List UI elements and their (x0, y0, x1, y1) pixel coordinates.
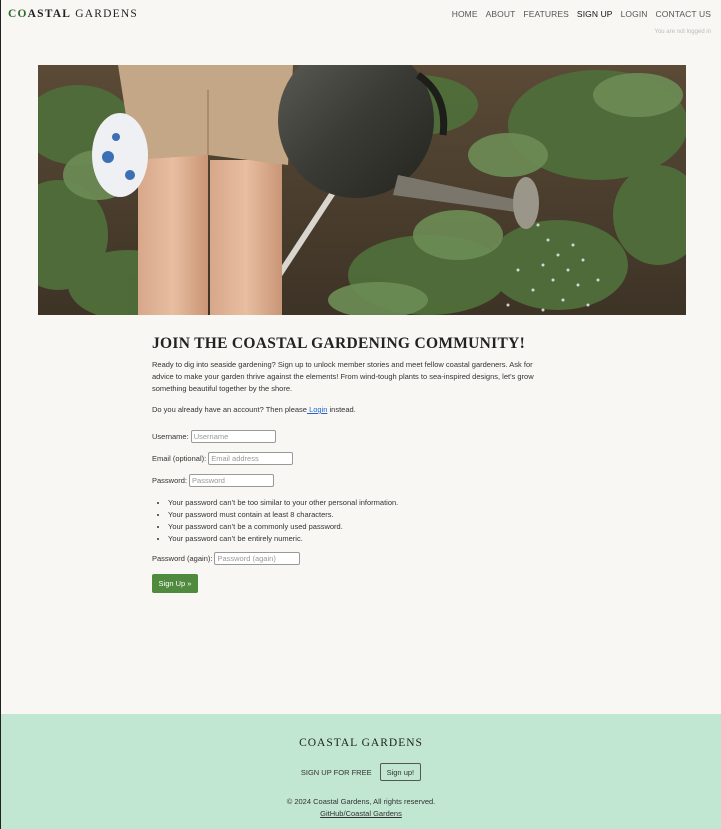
username-row: Username: (152, 430, 276, 443)
login-link[interactable]: Login (307, 405, 327, 414)
password-rules: Your password can’t be too similar to yo… (168, 497, 398, 545)
signup-section: JOIN THE COASTAL GARDENING COMMUNITY! Re… (152, 335, 552, 593)
nav-item-sign-up[interactable]: SIGN UP (577, 9, 613, 19)
footer-cta: SIGN UP FOR FREE Sign up! (1, 763, 721, 781)
brand-logo[interactable]: COASTAL GARDENS (8, 8, 138, 20)
password-again-label: Password (again): (152, 554, 213, 563)
username-input[interactable] (190, 430, 276, 443)
password-rule: Your password can’t be entirely numeric. (168, 533, 398, 545)
password-again-input[interactable] (214, 552, 301, 565)
password-rule: Your password can’t be a commonly used p… (168, 521, 398, 533)
nav-item-contact-us[interactable]: CONTACT US (656, 9, 711, 19)
login-prompt-text: Do you already have an account? Then ple… (152, 405, 307, 414)
footer: COASTAL GARDENS SIGN UP FOR FREE Sign up… (1, 714, 721, 829)
password-row: Password: (152, 474, 275, 487)
password-label: Password: (152, 476, 188, 485)
email-label: Email (optional): (152, 454, 207, 463)
password-input[interactable] (189, 474, 275, 487)
brand-part-astal: ASTAL (27, 8, 72, 20)
nav-item-login[interactable]: LOGIN (621, 9, 648, 19)
footer-brand: COASTAL GARDENS (299, 737, 423, 749)
login-status: You are not logged in (654, 29, 712, 35)
top-nav: COASTAL GARDENS HOME ABOUT FEATURES SIGN… (1, 0, 721, 35)
login-prompt-suffix: instead. (327, 405, 356, 414)
hero-image (38, 65, 686, 315)
nav-menu: HOME ABOUT FEATURES SIGN UP LOGIN CONTAC… (452, 9, 711, 19)
password-rule: Your password can’t be too similar to yo… (168, 497, 398, 509)
github-link[interactable]: GitHub/Coastal Gardens (1, 809, 721, 818)
footer-sign-up-button[interactable]: Sign up! (379, 763, 422, 781)
username-label: Username: (152, 432, 189, 441)
password-rule: Your password must contain at least 8 ch… (168, 509, 398, 521)
brand-part-co: CO (8, 8, 28, 20)
sign-up-button[interactable]: Sign Up » (152, 574, 198, 593)
nav-item-about[interactable]: ABOUT (486, 9, 516, 19)
footer-cta-text: SIGN UP FOR FREE (300, 767, 372, 777)
brand-part-gardens: GARDENS (71, 8, 138, 20)
nav-item-features[interactable]: FEATURES (523, 9, 569, 19)
login-prompt: Do you already have an account? Then ple… (152, 405, 552, 414)
copyright: © 2024 Coastal Gardens, All rights reser… (286, 797, 436, 806)
password-again-row: Password (again): (152, 552, 301, 565)
email-input[interactable] (208, 452, 294, 465)
page-title: JOIN THE COASTAL GARDENING COMMUNITY! (152, 335, 526, 352)
email-row: Email (optional): (152, 452, 294, 465)
nav-item-home[interactable]: HOME (452, 9, 478, 19)
intro-text: Ready to dig into seaside gardening? Sig… (152, 360, 534, 393)
